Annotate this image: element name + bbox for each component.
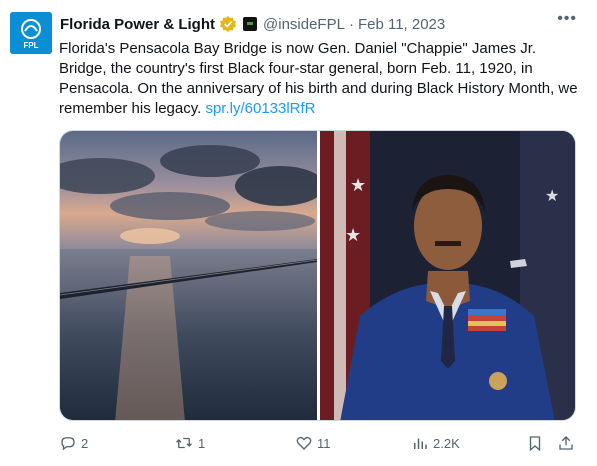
tweet-body: Florida's Pensacola Bay Bridge is now Ge… [59, 40, 578, 117]
tweet-date[interactable]: Feb 11, 2023 [358, 16, 445, 33]
svg-text:★: ★ [545, 186, 559, 205]
tweet-link[interactable]: spr.ly/60133lRfR [205, 100, 315, 117]
share-icon [559, 436, 573, 450]
retweet-count: 1 [198, 435, 206, 451]
general-portrait-image[interactable]: ★ ★ ★ [320, 131, 575, 420]
action-bar: 2 1 11 2.2K [59, 432, 579, 454]
verified-badge-icon [219, 15, 237, 33]
like-button[interactable]: 11 [295, 432, 331, 454]
tweet-text: Florida's Pensacola Bay Bridge is now Ge… [59, 39, 584, 119]
avatar[interactable]: FPL [10, 12, 52, 54]
tweet-card[interactable]: FPL Florida Power & Light @insideFPL · F… [0, 0, 597, 466]
retweet-icon [176, 437, 192, 449]
retweet-button[interactable]: 1 [174, 432, 205, 454]
svg-text:★: ★ [345, 225, 361, 246]
like-count: 11 [317, 435, 331, 451]
bookmark-button[interactable] [526, 432, 548, 454]
reply-count: 2 [81, 435, 89, 451]
fpl-logo-icon: FPL [10, 12, 52, 54]
account-handle[interactable]: @insideFPL [263, 16, 345, 33]
reply-icon [61, 437, 75, 451]
more-icon: ••• [557, 10, 577, 27]
svg-text:★: ★ [350, 175, 366, 196]
account-name[interactable]: Florida Power & Light [60, 16, 215, 33]
reply-button[interactable]: 2 [59, 432, 88, 454]
svg-text:FPL: FPL [23, 41, 38, 50]
bridge-sunset-photo-icon [60, 131, 317, 420]
media-grid: ★ ★ ★ [59, 130, 576, 421]
views-button[interactable]: 2.2K [411, 432, 460, 454]
more-options-button[interactable]: ••• [557, 10, 577, 28]
views-count: 2.2K [433, 435, 460, 451]
heart-icon [296, 436, 312, 450]
bookmark-icon [529, 436, 541, 452]
tweet-header: Florida Power & Light @insideFPL · Feb 1… [60, 14, 577, 34]
affiliation-badge-icon[interactable] [243, 17, 258, 31]
views-chart-icon [414, 438, 427, 449]
separator-dot: · [348, 15, 354, 33]
share-button[interactable] [557, 432, 579, 454]
general-portrait-photo-icon: ★ ★ ★ [320, 131, 575, 420]
bridge-sunset-image[interactable] [60, 131, 317, 420]
